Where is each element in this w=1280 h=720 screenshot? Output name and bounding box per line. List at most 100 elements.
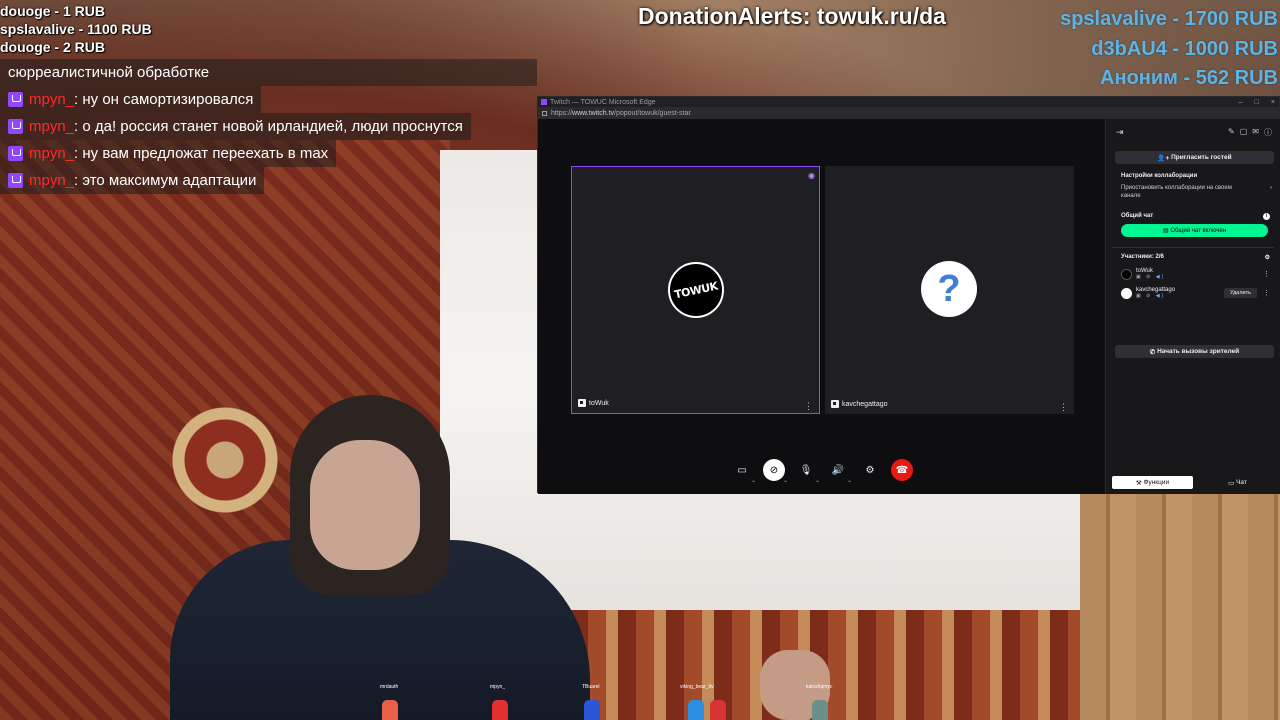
- avatar-question-mark: ?: [937, 267, 961, 310]
- chat-username: mpyn_: [29, 91, 75, 108]
- viewer-sprite: [382, 700, 398, 720]
- avatar: [1121, 287, 1132, 299]
- functions-icon: ⚒: [1135, 479, 1144, 487]
- more-options-icon[interactable]: ⋮: [1059, 403, 1068, 412]
- guest-star-stage: ◉ TOWUK toWuk ⋮ ? kavchegattago ⋮ ▭ ⌄ ⊘ ⌄ …: [538, 119, 1105, 494]
- tile-name-tag: toWuk: [578, 399, 609, 407]
- tab-functions[interactable]: ⚒ Функции: [1112, 476, 1193, 489]
- top-donor-item: d3bAU4 - 1000 RUB: [1091, 37, 1278, 60]
- tab-chat[interactable]: ▭ Чат: [1197, 476, 1278, 489]
- inbox-icon[interactable]: ✉: [1252, 127, 1259, 138]
- address-bar[interactable]: https:// www.twitch.tv /popout/towuk/gue…: [538, 107, 1279, 119]
- more-options-icon[interactable]: ⋮: [1263, 270, 1270, 278]
- browser-title: Twitch — TOWUC Microsoft Edge: [550, 98, 656, 106]
- viewer-sprite: [492, 700, 508, 720]
- top-donor-item: Аноним - 562 RUB: [1100, 67, 1278, 89]
- avatar: [1121, 268, 1132, 280]
- camera-off-button[interactable]: ⊘ ⌄: [763, 459, 788, 484]
- tile-name-tag: kavchegattago: [831, 400, 888, 408]
- side-panel: ⇥ ✎ ▢ ✉ ⓘ 👤+ Пригласить гостей Настройки…: [1105, 119, 1280, 494]
- viewer-sprites: mrdauth mpyn_ TBuarel viking_bear_ttv ka…: [370, 684, 850, 720]
- collapse-panel-icon[interactable]: ⇥: [1116, 127, 1124, 138]
- participants-header: Участники: 2/6 ⚙: [1106, 248, 1280, 261]
- chat-username: mpyn_: [29, 172, 75, 189]
- chevron-right-icon: ›: [1270, 185, 1272, 191]
- shared-chat-enabled-button[interactable]: ▤ Общий чат включен: [1121, 224, 1268, 237]
- donation-item: douoge - 1 RUB: [0, 3, 105, 19]
- invite-guests-button[interactable]: 👤+ Пригласить гостей: [1115, 151, 1274, 164]
- twitch-icon: [8, 146, 23, 161]
- close-icon[interactable]: ×: [1271, 99, 1275, 106]
- avatar-logo-text: TOWUK: [673, 279, 719, 301]
- call-controls: ▭ ⌄ ⊘ ⌄ 🎙 ⌄ 🔊 ⌄ ⚙ ☎: [731, 459, 913, 485]
- pin-icon[interactable]: ✎: [1228, 127, 1235, 138]
- video-tile-guest[interactable]: ? kavchegattago ⋮: [825, 166, 1074, 414]
- hang-up-button[interactable]: ☎: [891, 459, 913, 481]
- chat-line: mpyn_ : ну вам предложат переехать в max: [0, 140, 337, 167]
- sprite-label: mpyn_: [490, 684, 506, 690]
- sprite-label: viking_bear_ttv: [680, 684, 714, 690]
- chat-icon: ▤: [1162, 228, 1171, 234]
- chat-text: сюрреалистичной обработке: [8, 64, 210, 81]
- help-icon[interactable]: ⓘ: [1264, 127, 1272, 138]
- tile-name: kavchegattago: [842, 400, 888, 408]
- chat-overlay: сюрреалистичной обработке mpyn_ : ну он …: [0, 59, 537, 194]
- url-prefix: https://: [551, 109, 573, 117]
- settings-button[interactable]: ⚙: [859, 459, 881, 481]
- chat-line: mpyn_ : о да! россия станет новой ирланд…: [0, 113, 471, 140]
- lock-icon: [542, 110, 547, 116]
- volume-button[interactable]: 🔊 ⌄: [827, 459, 852, 485]
- gear-icon[interactable]: ⚙: [1265, 254, 1270, 261]
- remove-participant-button[interactable]: Удалить: [1224, 288, 1257, 298]
- twitch-icon: [578, 399, 586, 407]
- phone-icon: ✆: [1149, 348, 1158, 356]
- sprite-label: TBuarel: [582, 684, 600, 690]
- background-wood: [1080, 490, 1280, 720]
- chat-line: mpyn_ : это максимум адаптации: [0, 167, 265, 194]
- pause-collab-text: Приостановить коллаборации на своем кана…: [1121, 185, 1232, 199]
- minimize-icon[interactable]: –: [1239, 99, 1243, 106]
- chat-bubble-icon: ▭: [1228, 479, 1237, 487]
- tab-functions-label: Функции: [1143, 479, 1170, 486]
- collab-settings-title: Настройки коллаборации: [1121, 173, 1198, 179]
- recent-donations: douoge - 1 RUB spslavalive - 1100 RUB do…: [0, 2, 152, 56]
- window-controls: – □ ×: [1239, 99, 1279, 106]
- twitch-favicon-icon: [541, 99, 547, 105]
- shared-chat-title: Общий чат: [1121, 213, 1154, 219]
- start-viewer-calls-label: Начать вызовы зрителей: [1157, 348, 1240, 355]
- viewer-sprite: [584, 700, 600, 720]
- chat-text: : о да! россия станет новой ирландией, л…: [74, 118, 463, 135]
- chat-username: mpyn_: [29, 145, 75, 162]
- shared-chat-row: Общий чат i: [1106, 200, 1280, 220]
- avatar: TOWUK: [668, 262, 724, 318]
- chat-line: mpyn_ : ну он самортизировался: [0, 86, 262, 113]
- start-viewer-calls-button[interactable]: ✆ Начать вызовы зрителей: [1115, 345, 1274, 358]
- browser-window: Twitch — TOWUC Microsoft Edge – □ × http…: [537, 96, 1280, 494]
- more-options-icon[interactable]: ⋮: [1263, 289, 1270, 297]
- add-user-icon: 👤+: [1157, 154, 1172, 162]
- chat-line: сюрреалистичной обработке: [0, 59, 537, 86]
- video-tile-host[interactable]: ◉ TOWUK toWuk ⋮: [571, 166, 820, 414]
- browser-titlebar: Twitch — TOWUC Microsoft Edge – □ ×: [538, 97, 1279, 107]
- twitch-icon: [831, 400, 839, 408]
- twitch-icon: [8, 173, 23, 188]
- info-icon[interactable]: i: [1263, 213, 1270, 220]
- pause-collab-row[interactable]: Приостановить коллаборации на своем кана…: [1106, 179, 1280, 200]
- avatar: ?: [921, 261, 977, 317]
- twitch-icon: [8, 92, 23, 107]
- screen-share-button[interactable]: ▭ ⌄: [731, 459, 756, 485]
- url-host: www.twitch.tv: [572, 109, 615, 117]
- microphone-button[interactable]: 🎙 ⌄: [795, 459, 820, 485]
- popout-icon[interactable]: ▢: [1240, 127, 1248, 138]
- viewer-sprite: [710, 700, 726, 720]
- chat-username: mpyn_: [29, 118, 75, 135]
- top-donors: spslavalive - 1700 RUB d3bAU4 - 1000 RUB…: [1060, 5, 1278, 94]
- participants-count: Участники: 2/6: [1121, 254, 1164, 260]
- streamer-face: [310, 440, 420, 570]
- twitch-icon: [8, 119, 23, 134]
- tile-name: toWuk: [589, 399, 609, 407]
- more-options-icon[interactable]: ⋮: [804, 402, 813, 411]
- maximize-icon[interactable]: □: [1255, 99, 1259, 106]
- url-path: /popout/towuk/guest-star: [614, 109, 691, 117]
- viewer-sprite: [688, 700, 704, 720]
